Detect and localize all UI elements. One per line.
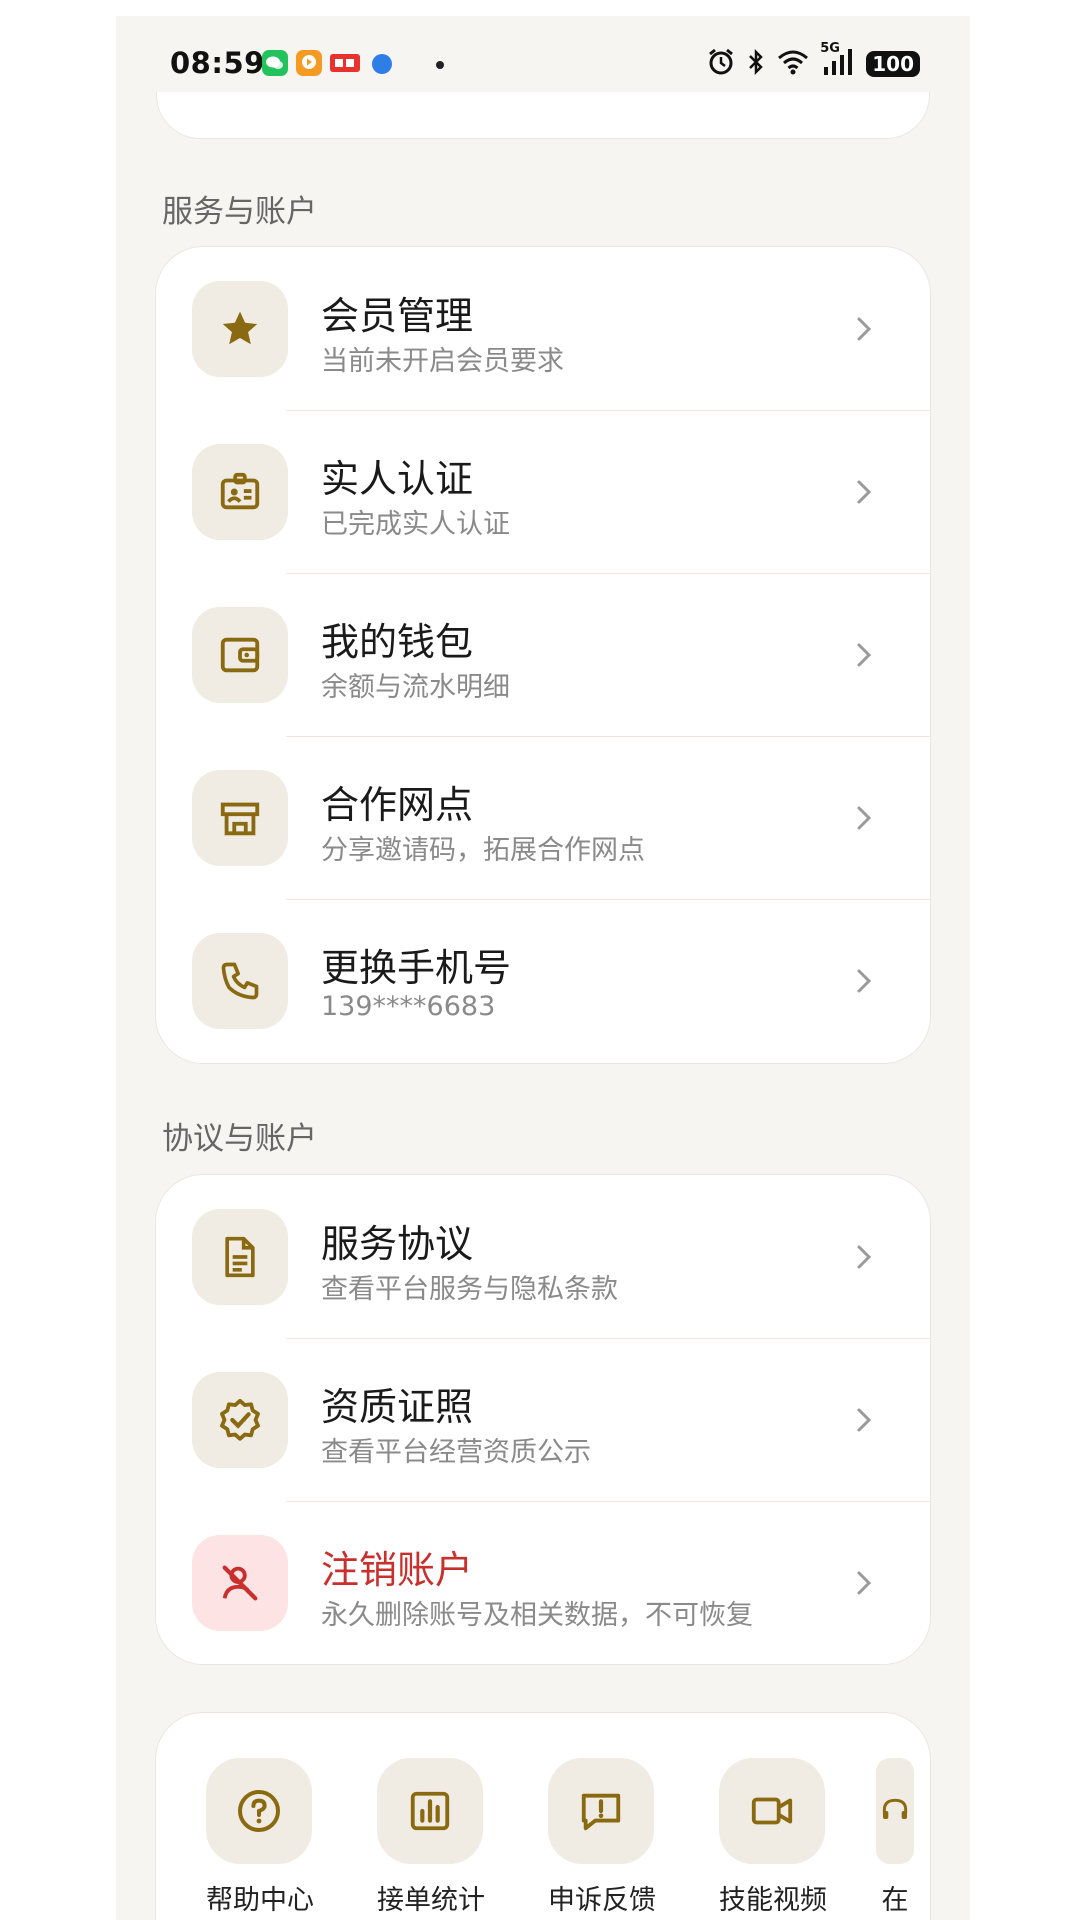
menu-item-title: 更换手机号 <box>321 946 512 990</box>
agreements-card: 服务协议 查看平台服务与隐私条款 资质证照 查看平台经营资质公示 注销账户 永久… <box>155 1174 931 1665</box>
menu-item-title: 合作网点 <box>321 783 474 827</box>
document-icon <box>192 1209 288 1305</box>
quick-action-label: 申诉反馈 <box>548 1885 656 1916</box>
menu-item-subtitle: 查看平台经营资质公示 <box>321 1437 591 1468</box>
store-icon <box>192 770 288 866</box>
wallet-icon <box>192 607 288 703</box>
menu-item-subtitle: 查看平台服务与隐私条款 <box>321 1274 618 1305</box>
section-title-agreements: 协议与账户 <box>162 1121 317 1157</box>
signal-icon: 5G <box>820 41 856 81</box>
help-icon <box>206 1758 312 1864</box>
alarm-icon <box>706 47 736 81</box>
star-icon <box>192 281 288 377</box>
video-icon <box>719 1758 825 1864</box>
menu-item-membership[interactable]: 会员管理 当前未开启会员要求 <box>156 247 930 410</box>
chevron-right-icon <box>857 643 872 667</box>
video-app-icon <box>296 50 322 76</box>
menu-item-title: 资质证照 <box>321 1385 474 1429</box>
quick-action-skill-video[interactable]: 技能视频 <box>719 1758 827 1917</box>
menu-item-service-agreement[interactable]: 服务协议 查看平台服务与隐私条款 <box>156 1175 930 1338</box>
quick-action-online-service[interactable]: 在 <box>876 1758 914 1917</box>
more-notifications-dot <box>436 61 444 69</box>
quick-action-help-center[interactable]: 帮助中心 <box>206 1758 314 1917</box>
chevron-right-icon <box>857 480 872 504</box>
chevron-right-icon <box>857 1571 872 1595</box>
phone-icon <box>192 933 288 1029</box>
stats-icon <box>377 1758 483 1864</box>
network-type: 5G <box>820 41 840 56</box>
chevron-right-icon <box>857 1245 872 1269</box>
quick-action-feedback[interactable]: 申诉反馈 <box>548 1758 656 1917</box>
battery-indicator: 100 <box>866 51 920 77</box>
id-card-icon <box>192 444 288 540</box>
menu-item-title: 注销账户 <box>321 1548 474 1592</box>
quick-action-label: 接单统计 <box>377 1885 485 1916</box>
services-card: 会员管理 当前未开启会员要求 实人认证 已完成实人认证 我的钱包 余额与流水明细 <box>155 246 931 1064</box>
status-bar: 08:59 5G 100 <box>116 16 970 92</box>
menu-item-subtitle: 当前未开启会员要求 <box>321 346 564 377</box>
quick-action-label: 帮助中心 <box>206 1885 314 1916</box>
menu-item-subtitle: 139****6683 <box>321 991 496 1022</box>
menu-item-title: 实人认证 <box>321 457 474 501</box>
menu-item-subtitle: 分享邀请码，拓展合作网点 <box>321 835 645 866</box>
menu-item-partner-outlets[interactable]: 合作网点 分享邀请码，拓展合作网点 <box>156 736 930 899</box>
toutiao-icon <box>330 54 360 72</box>
feedback-icon <box>548 1758 654 1864</box>
menu-item-title: 会员管理 <box>321 294 474 338</box>
section-title-services: 服务与账户 <box>162 194 317 230</box>
phone-screen: 08:59 5G 100 服务与账户 会员管理 当前未开启会员要求 实人认证 已… <box>116 16 970 1920</box>
verified-badge-icon <box>192 1372 288 1468</box>
chevron-right-icon <box>857 806 872 830</box>
wifi-icon <box>776 48 810 80</box>
status-time: 08:59 <box>170 46 265 80</box>
headset-icon <box>876 1758 914 1864</box>
chevron-right-icon <box>857 969 872 993</box>
menu-item-identity-verification[interactable]: 实人认证 已完成实人认证 <box>156 410 930 573</box>
quick-action-label: 技能视频 <box>719 1885 827 1916</box>
user-off-icon <box>192 1535 288 1631</box>
menu-item-subtitle: 永久删除账号及相关数据，不可恢复 <box>321 1600 753 1631</box>
browser-icon <box>372 54 392 74</box>
menu-item-qualifications[interactable]: 资质证照 查看平台经营资质公示 <box>156 1338 930 1501</box>
quick-action-label: 在 <box>881 1885 909 1916</box>
wechat-icon <box>262 50 288 76</box>
menu-item-change-phone[interactable]: 更换手机号 139****6683 <box>156 899 930 1062</box>
menu-item-title: 我的钱包 <box>321 620 474 664</box>
menu-item-subtitle: 已完成实人认证 <box>321 509 510 540</box>
menu-item-delete-account[interactable]: 注销账户 永久删除账号及相关数据，不可恢复 <box>156 1501 930 1664</box>
status-icons: 5G 100 <box>706 41 920 82</box>
menu-item-wallet[interactable]: 我的钱包 余额与流水明细 <box>156 573 930 736</box>
menu-item-subtitle: 余额与流水明细 <box>321 672 510 703</box>
bluetooth-icon <box>746 47 766 81</box>
chevron-right-icon <box>857 317 872 341</box>
menu-item-title: 服务协议 <box>321 1222 474 1266</box>
quick-actions-card: 帮助中心 接单统计 申诉反馈 技能视频 在 <box>155 1712 931 1920</box>
chevron-right-icon <box>857 1408 872 1432</box>
quick-action-order-stats[interactable]: 接单统计 <box>377 1758 485 1917</box>
